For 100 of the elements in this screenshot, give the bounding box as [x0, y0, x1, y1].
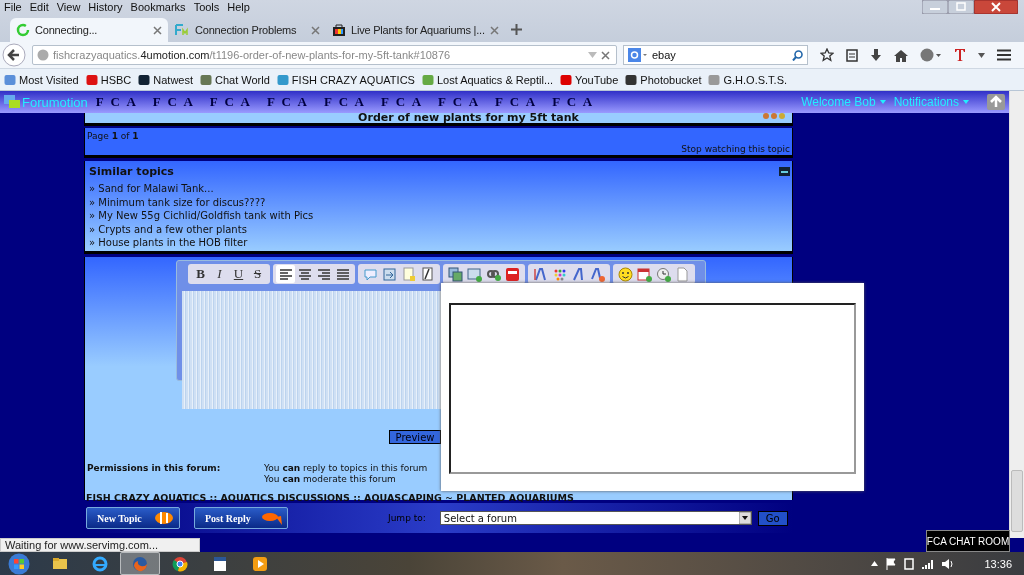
- bookmark-icon: [421, 73, 434, 86]
- taskbar-app-icon[interactable]: [52, 555, 68, 572]
- format-button[interactable]: S: [248, 265, 267, 283]
- format-button[interactable]: B: [191, 265, 210, 283]
- close-button[interactable]: [974, 0, 1018, 14]
- bookmark-icon: [708, 73, 721, 86]
- close-tab-icon[interactable]: [489, 25, 499, 35]
- browser-tab[interactable]: Connecting...: [10, 18, 168, 42]
- align-button[interactable]: [334, 266, 351, 282]
- smiley-icon[interactable]: [618, 266, 633, 282]
- search-engine-icon[interactable]: [628, 48, 648, 62]
- bookmark-item[interactable]: Lost Aquatics & Reptil...: [421, 73, 554, 86]
- topic-link[interactable]: » Sand for Malawi Tank...: [89, 182, 788, 196]
- topic-link[interactable]: » Crypts and a few other plants: [89, 222, 788, 236]
- topic-link[interactable]: » My New 55g Cichlid/Goldfish tank with Pics: [89, 209, 788, 223]
- adblock-icon[interactable]: [920, 48, 942, 62]
- preview-button[interactable]: Preview: [389, 430, 441, 444]
- bookmark-icon: [200, 73, 213, 86]
- close-tab-icon[interactable]: [153, 25, 162, 35]
- signal-icon[interactable]: [922, 558, 935, 569]
- format-button[interactable]: U: [229, 265, 248, 283]
- menu-item[interactable]: File: [0, 1, 26, 13]
- start-button[interactable]: [8, 552, 30, 575]
- menu-icon[interactable]: [997, 49, 1011, 61]
- bookmark-item[interactable]: Chat World: [200, 73, 270, 86]
- bookmark-icon: [85, 73, 98, 86]
- stop-icon[interactable]: [601, 50, 610, 60]
- back-button[interactable]: [2, 43, 26, 67]
- new-tab-icon[interactable]: [510, 24, 522, 35]
- topic-title: Order of new plants for my 5ft tank: [358, 113, 579, 123]
- images-icon[interactable]: [448, 266, 463, 282]
- minimize-icon[interactable]: [779, 167, 790, 176]
- align-button[interactable]: [277, 266, 294, 282]
- clock: 13:36: [984, 557, 1012, 570]
- taskbar-app-icon[interactable]: [212, 555, 228, 572]
- search-field[interactable]: ebay: [623, 45, 808, 65]
- browser-tab[interactable]: Connection Problems: [168, 18, 326, 42]
- browser-tab[interactable]: Live Plants for Aquariums |...: [326, 18, 505, 42]
- flag-icon[interactable]: [886, 557, 897, 570]
- permissions-label: Permissions in this forum:: [87, 463, 222, 473]
- show-hidden-icon[interactable]: [871, 561, 879, 566]
- format-button[interactable]: I: [210, 265, 229, 283]
- bookmark-icon: [4, 73, 16, 86]
- menu-item[interactable]: Edit: [25, 1, 53, 13]
- clock-icon[interactable]: [656, 266, 671, 282]
- menu-item[interactable]: History: [84, 1, 127, 13]
- bookmark-item[interactable]: G.H.O.S.T.S.: [708, 73, 788, 86]
- bookmark-item[interactable]: Photobucket: [625, 73, 702, 86]
- font-icon[interactable]: [571, 266, 586, 282]
- scroll-top-button[interactable]: [987, 94, 1005, 110]
- address-bar[interactable]: fishcrazyaquatics.4umotion.com/t1196-order-of-new-plants-for-my-5ft-tank#10876: [32, 45, 617, 65]
- dropdown-icon[interactable]: [978, 52, 985, 58]
- taskbar-app-icon[interactable]: [252, 555, 268, 572]
- menu-item[interactable]: Bookmarks: [126, 1, 190, 13]
- text-style-icon[interactable]: [533, 266, 548, 282]
- bookmark-item[interactable]: HSBC: [85, 73, 132, 86]
- clipboard-icon[interactable]: [846, 48, 858, 62]
- font-size-icon[interactable]: [590, 266, 605, 282]
- topic-link[interactable]: » House plants in the HOB filter: [89, 236, 788, 250]
- home-icon[interactable]: [894, 48, 908, 62]
- bookmark-icon: [625, 73, 638, 86]
- download-icon[interactable]: [870, 48, 882, 62]
- menu-item[interactable]: View: [52, 1, 85, 13]
- watch-link[interactable]: Stop watching this topic: [681, 144, 790, 154]
- pen-note-icon[interactable]: [420, 266, 435, 282]
- minimize-button[interactable]: [922, 0, 948, 14]
- loading-spinner-icon: [16, 23, 30, 37]
- align-button[interactable]: [296, 266, 313, 282]
- align-button[interactable]: [315, 266, 332, 282]
- jump-label: Jump to:: [388, 513, 426, 523]
- topic-link[interactable]: » Minimum tank size for discus????: [89, 195, 788, 209]
- bookmark-item[interactable]: YouTube: [560, 73, 619, 86]
- bookmark-item[interactable]: Natwest: [138, 73, 194, 86]
- quote-icon[interactable]: [382, 266, 397, 282]
- forum-select[interactable]: Select a forum: [439, 511, 752, 525]
- banner-text: F C A F C A F C A F C A F C A F C A F C A F C A F C A: [95, 93, 596, 111]
- star-icon[interactable]: [820, 48, 834, 62]
- calendar-icon[interactable]: [637, 266, 652, 282]
- chat-room-button[interactable]: FCA CHAT ROOM: [926, 530, 1010, 552]
- clownfish-icon: [153, 510, 175, 526]
- bookmark-item[interactable]: Most Visited: [4, 73, 79, 86]
- scrollbar[interactable]: [1009, 91, 1024, 538]
- panel-title: Similar topics: [89, 165, 174, 178]
- video-icon[interactable]: [505, 266, 520, 282]
- device-icon[interactable]: [904, 557, 915, 570]
- bookmark-item[interactable]: FISH CRAZY AQUATICS: [276, 73, 415, 86]
- taskbar-app-icon[interactable]: [92, 555, 108, 572]
- close-tab-icon[interactable]: [311, 25, 320, 35]
- menu-item[interactable]: Help: [223, 1, 254, 13]
- page-count: Page 1 of 1: [87, 131, 140, 141]
- speaker-icon[interactable]: [942, 558, 955, 569]
- taskbar-app-icon[interactable]: [172, 555, 188, 572]
- bookmark-icon: [138, 73, 151, 86]
- post-icons: [762, 113, 786, 119]
- bookmark-icon: [560, 73, 573, 86]
- search-icon[interactable]: [792, 49, 803, 61]
- action-button[interactable]: New Topic: [86, 507, 180, 529]
- letter-t-icon[interactable]: [954, 48, 966, 62]
- action-button[interactable]: Post Reply: [194, 507, 288, 529]
- menu-item[interactable]: Tools: [189, 1, 224, 13]
